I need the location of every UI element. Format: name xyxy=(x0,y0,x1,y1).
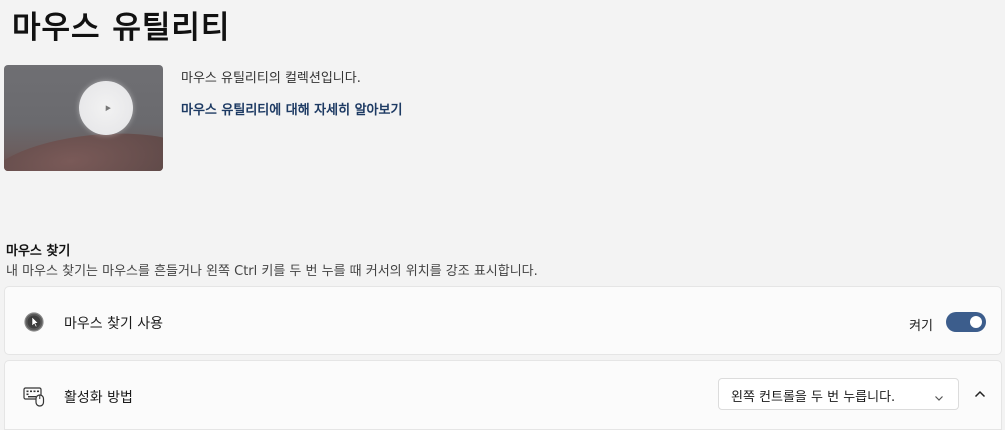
enable-find-my-mouse-card: 마우스 찾기 사용 켜기 xyxy=(4,286,1002,355)
section-title-find-my-mouse: 마우스 찾기 xyxy=(6,244,71,259)
mouse-pointer-icon xyxy=(23,311,45,333)
keyboard-mouse-icon xyxy=(23,385,45,407)
hero-image xyxy=(4,65,163,171)
mouse-utilities-page: 마우스 유틸리티 마우스 유틸리티의 컬렉션입니다. 마우스 유틸리티에 대해 … xyxy=(0,0,1005,430)
activation-method-label: 활성화 방법 xyxy=(64,390,133,406)
hero-image-hill xyxy=(4,123,163,171)
learn-more-link[interactable]: 마우스 유틸리티에 대해 자세히 알아보기 xyxy=(181,99,402,118)
toggle-knob xyxy=(970,316,982,328)
enable-find-my-mouse-label: 마우스 찾기 사용 xyxy=(64,316,164,332)
activation-method-dropdown[interactable]: 왼쪽 컨트롤을 두 번 누릅니다. xyxy=(718,378,959,410)
hero-description: 마우스 유틸리티의 컬렉션입니다. xyxy=(181,71,361,86)
toggle-state-label: 켜기 xyxy=(909,319,933,334)
activation-method-selected: 왼쪽 컨트롤을 두 번 누릅니다. xyxy=(731,390,896,405)
chevron-up-icon[interactable] xyxy=(973,386,987,400)
page-title: 마우스 유틸리티 xyxy=(12,10,231,46)
section-description-find-my-mouse: 내 마우스 찾기는 마우스를 흔들거나 왼쪽 Ctrl 키를 두 번 누를 때 … xyxy=(6,264,538,279)
enable-find-my-mouse-toggle[interactable] xyxy=(946,312,986,332)
chevron-down-icon xyxy=(934,388,944,401)
activation-method-card: 활성화 방법 왼쪽 컨트롤을 두 번 누릅니다. xyxy=(4,360,1002,430)
